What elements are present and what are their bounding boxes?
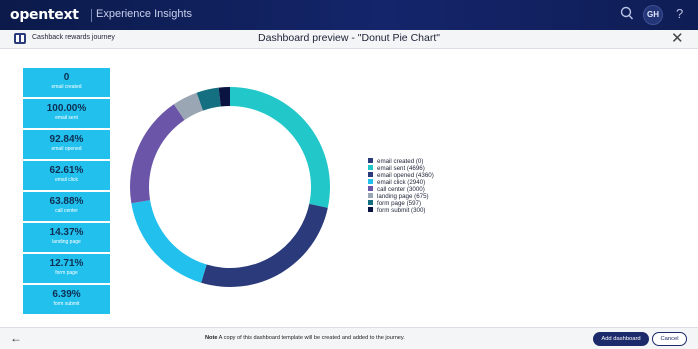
legend-swatch [368, 165, 373, 170]
kpi-label: email created [51, 84, 82, 90]
chart-legend: email created (0) email sent (4696) email … [368, 158, 434, 214]
kpi-value: 6.39% [52, 289, 81, 300]
dialog-header: Cashback rewards journey Dashboard previ… [0, 30, 698, 49]
legend-swatch [368, 193, 373, 198]
legend-label: email opened (4360) [377, 172, 434, 179]
kpi-label: email opened [51, 146, 82, 152]
kpi-tile: 100.00% email sent [23, 99, 110, 128]
kpi-label: call center [55, 208, 78, 214]
legend-label: form page (597) [377, 200, 422, 207]
legend-label: form submit (300) [377, 207, 426, 214]
legend-label: email sent (4696) [377, 165, 425, 172]
add-dashboard-button[interactable]: Add dashboard [593, 332, 649, 346]
kpi-tile: 0 email created [23, 68, 110, 97]
donut-slice-email-sent[interactable] [230, 87, 330, 208]
legend-swatch [368, 186, 373, 191]
back-arrow-icon[interactable]: ← [10, 331, 22, 345]
kpi-label: email sent [55, 115, 78, 121]
kpi-value: 0 [63, 72, 70, 83]
kpi-tile: 62.61% email click [23, 161, 110, 190]
dialog-footer: ← Note A copy of this dashboard template… [0, 327, 698, 349]
kpi-label: form page [55, 270, 78, 276]
cancel-button[interactable]: Cancel [652, 332, 687, 346]
legend-item[interactable]: email opened (4360) [368, 172, 434, 179]
product-name: Experience Insights [96, 8, 192, 20]
help-icon[interactable]: ? [676, 6, 683, 21]
donut-slice-email-click[interactable] [131, 200, 207, 283]
kpi-value: 92.84% [49, 134, 84, 145]
legend-label: email created (0) [377, 158, 424, 165]
legend-label: landing page (675) [377, 193, 429, 200]
legend-swatch [368, 200, 373, 205]
donut-slice-call-center[interactable] [130, 104, 185, 204]
kpi-tile: 92.84% email opened [23, 130, 110, 159]
donut-chart-svg [130, 87, 330, 287]
legend-swatch [368, 207, 373, 212]
legend-swatch [368, 172, 373, 177]
note-text: A copy of this dashboard template will b… [217, 335, 405, 341]
kpi-label: email click [54, 177, 79, 183]
legend-item[interactable]: call center (3000) [368, 186, 434, 193]
legend-label: call center (3000) [377, 186, 425, 193]
close-icon[interactable]: ✕ [671, 30, 684, 48]
kpi-value: 14.37% [49, 227, 84, 238]
kpi-value: 62.61% [49, 165, 84, 176]
legend-item[interactable]: form submit (300) [368, 207, 434, 214]
kpi-value: 100.00% [46, 103, 87, 114]
kpi-value: 12.71% [49, 258, 84, 269]
kpi-label: landing page [52, 239, 81, 245]
legend-item[interactable]: email click (2940) [368, 179, 434, 186]
kpi-tile: 14.37% landing page [23, 223, 110, 252]
donut-slice-email-opened[interactable] [201, 203, 328, 287]
donut-chart [120, 84, 340, 294]
kpi-tile: 63.88% call center [23, 192, 110, 221]
legend-item[interactable]: email sent (4696) [368, 165, 434, 172]
brand-separator [91, 9, 92, 22]
legend-item[interactable]: landing page (675) [368, 193, 434, 200]
dialog-title: Dashboard preview - "Donut Pie Chart" [258, 32, 440, 44]
legend-swatch [368, 158, 373, 163]
legend-item[interactable]: email created (0) [368, 158, 434, 165]
kpi-column: 0 email created 100.00% email sent 92.84% e… [23, 68, 110, 316]
note-label: Note [205, 335, 218, 341]
kpi-tile: 12.71% form page [23, 254, 110, 283]
search-icon[interactable] [620, 6, 636, 24]
kpi-label: form submit [53, 301, 80, 307]
legend-swatch [368, 179, 373, 184]
brand-logo[interactable]: opentext [10, 7, 79, 23]
legend-label: email click (2940) [377, 179, 426, 186]
top-bar: opentext Experience Insights GH ? [0, 0, 698, 30]
kpi-value: 63.88% [49, 196, 84, 207]
footer-note: Note A copy of this dashboard template w… [205, 335, 405, 341]
legend-item[interactable]: form page (597) [368, 200, 434, 207]
user-avatar[interactable]: GH [643, 5, 663, 25]
kpi-tile: 6.39% form submit [23, 285, 110, 314]
